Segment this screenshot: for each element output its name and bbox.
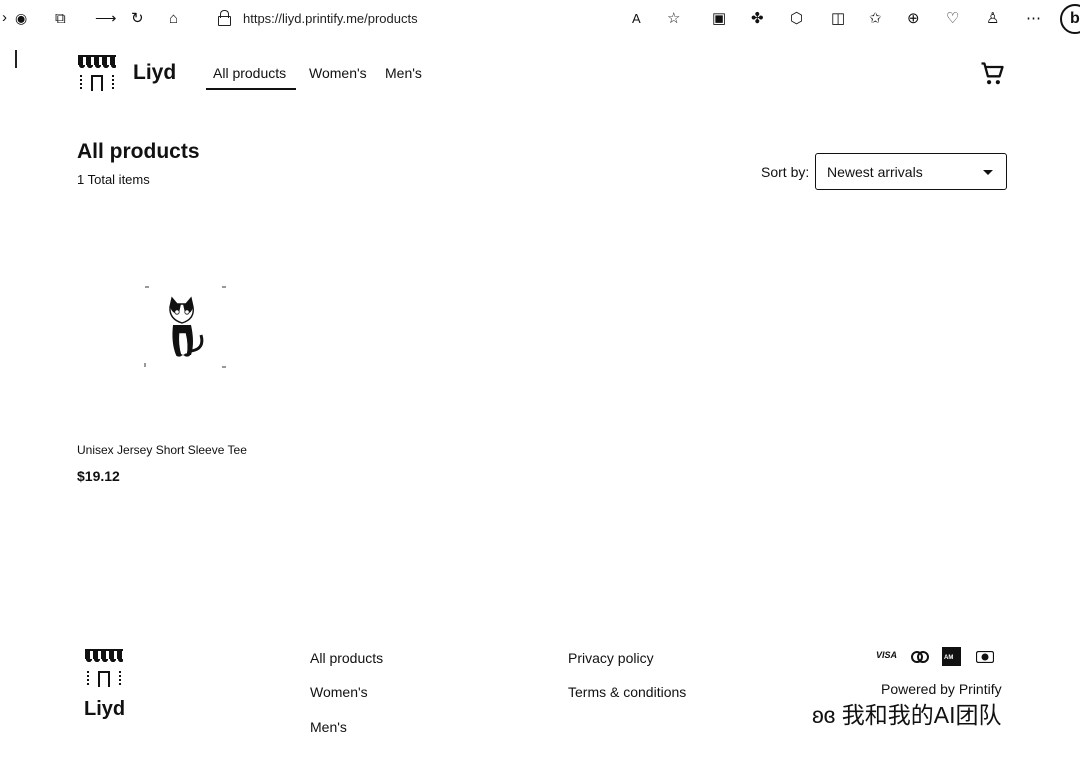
page-title: All products <box>77 140 200 163</box>
games-icon[interactable]: ♙ <box>986 10 999 28</box>
product-name[interactable]: Unisex Jersey Short Sleeve Tee <box>77 443 247 457</box>
cat-tee-image[interactable] <box>143 285 228 370</box>
total-items-count: 1 Total items <box>77 172 150 187</box>
extension-icon-3[interactable]: ⬡ <box>790 10 803 28</box>
footer-brand-name[interactable]: Liyd <box>84 698 125 721</box>
wechat-icon: ʚɞ <box>812 702 836 728</box>
chevron-down-icon <box>983 170 993 175</box>
product-price: $19.12 <box>77 468 120 484</box>
watermark-label: 我和我的AI团队 <box>841 702 1002 728</box>
back-icon[interactable]: › <box>2 9 7 27</box>
nav-all-products[interactable]: All products <box>213 65 286 81</box>
nav-womens[interactable]: Women's <box>309 65 367 81</box>
footer-logo-icon[interactable] <box>85 649 123 687</box>
split-screen-icon[interactable]: ◫ <box>831 10 845 28</box>
extension-icon-2[interactable]: ✤ <box>751 10 764 28</box>
mastercard-icon <box>911 651 929 663</box>
lock-icon[interactable] <box>218 10 231 26</box>
home-icon[interactable]: ⌂ <box>169 10 178 28</box>
shopping-cart-icon[interactable] <box>978 60 1006 88</box>
read-aloud-icon[interactable]: A <box>632 10 641 28</box>
brand-name[interactable]: Liyd <box>133 61 176 85</box>
browser-essentials-icon[interactable]: ♡ <box>946 10 959 28</box>
powered-by-printify[interactable]: Powered by Printify <box>881 681 1002 697</box>
footer-link-privacy[interactable]: Privacy policy <box>568 650 654 666</box>
svg-text:AM: AM <box>944 655 953 661</box>
forward-icon[interactable]: ⟶ <box>95 10 117 28</box>
sort-label: Sort by: <box>761 164 810 180</box>
diners-club-icon <box>976 651 994 663</box>
watermark-text: ʚɞ 我和我的AI团队 <box>812 696 1001 730</box>
footer-link-mens[interactable]: Men's <box>310 719 347 735</box>
refresh-icon[interactable]: ↻ <box>131 10 144 28</box>
favorite-star-icon[interactable]: ☆ <box>667 10 680 28</box>
sort-selected-value: Newest arrivals <box>827 164 923 180</box>
address-bar[interactable]: https://liyd.printify.me/products <box>243 11 418 26</box>
more-menu-icon[interactable]: ⋯ <box>1026 10 1041 28</box>
collections-icon[interactable]: ⊕ <box>907 10 920 28</box>
tab-actions-icon[interactable]: ⧉ <box>55 10 66 28</box>
record-icon[interactable]: ◉ <box>15 9 27 27</box>
footer-link-terms[interactable]: Terms & conditions <box>568 684 686 700</box>
profile-icon[interactable]: b <box>1060 4 1080 34</box>
nav-mens[interactable]: Men's <box>385 65 422 81</box>
browser-toolbar: › ◉ ⧉ ⟶ ↻ ⌂ https://liyd.printify.me/pro… <box>0 0 1080 38</box>
store-logo-icon[interactable] <box>78 55 116 91</box>
favorites-icon[interactable]: ✩ <box>869 10 882 28</box>
amex-icon: AM <box>942 647 961 666</box>
footer-link-womens[interactable]: Women's <box>310 684 368 700</box>
sidebar-edge <box>15 50 17 68</box>
sort-dropdown[interactable]: Newest arrivals <box>815 153 1007 190</box>
visa-icon: VISA <box>876 650 898 660</box>
extension-icon[interactable]: ▣ <box>712 10 726 28</box>
active-nav-indicator <box>206 88 296 90</box>
footer-link-all-products[interactable]: All products <box>310 650 383 666</box>
